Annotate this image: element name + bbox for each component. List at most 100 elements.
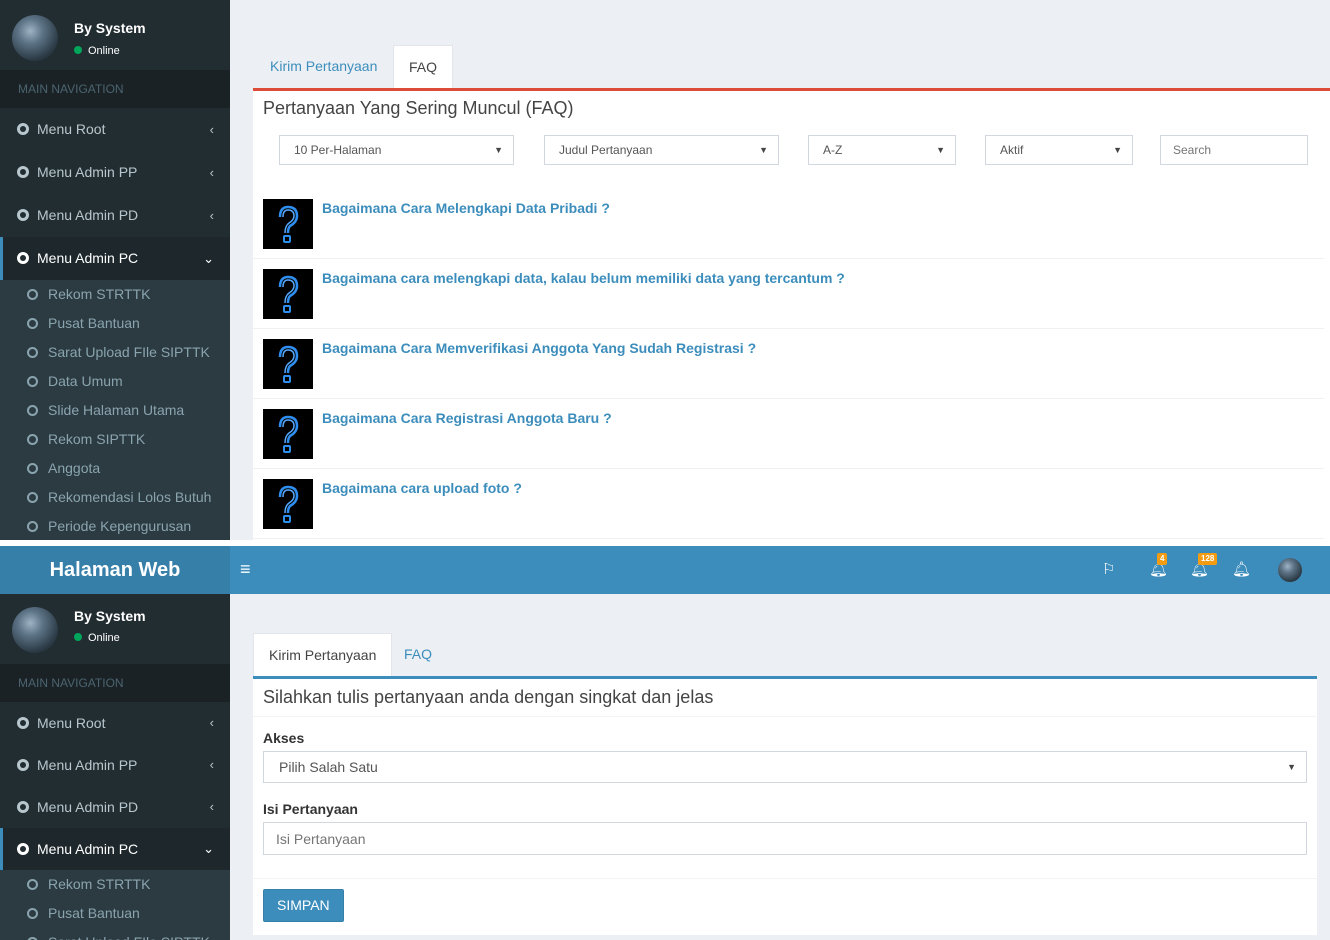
- submenu-item[interactable]: Anggota: [0, 454, 230, 483]
- sidebar: By System Online MAIN NAVIGATION Menu Ro…: [0, 594, 230, 940]
- circle-icon: [27, 289, 38, 300]
- submenu-item[interactable]: Rekom STRTTK: [0, 870, 230, 899]
- user-status-text: Online: [88, 632, 120, 644]
- user-avatar: [12, 15, 58, 61]
- sidebar-item-menu-admin-pd[interactable]: Menu Admin PD ‹: [0, 786, 230, 828]
- user-panel: By System Online: [0, 0, 230, 70]
- user-status: Online: [74, 45, 120, 57]
- chevron-left-icon: ‹: [209, 122, 214, 137]
- dashboard-icon: [17, 843, 29, 855]
- per-page-select[interactable]: 10 Per-Halaman ▼: [279, 135, 514, 165]
- submenu-item[interactable]: Rekom SIPTTK: [0, 425, 230, 454]
- sidebar-item-label: Menu Admin PP: [37, 757, 138, 773]
- sidebar-item-menu-root[interactable]: Menu Root ‹: [0, 702, 230, 744]
- question-link[interactable]: Bagaimana cara upload foto ?: [322, 480, 522, 496]
- faq-title: Pertanyaan Yang Sering Muncul (FAQ): [263, 98, 574, 118]
- kirim-pertanyaan-screen: Halaman Web ≡ ⚐ 🔔︎ 4 🔔︎ 128 🔔︎ By System O…: [0, 546, 1330, 940]
- submenu: Rekom STRTTK Pusat Bantuan Sarat Upload …: [0, 280, 230, 540]
- submenu-label: Periode Kepengurusan: [48, 518, 192, 534]
- form-box: Silahkan tulis pertanyaan anda dengan si…: [253, 676, 1317, 935]
- sort-field-select[interactable]: Judul Pertanyaan ▼: [544, 135, 779, 165]
- akses-select[interactable]: Pilih Salah Satu ▼: [263, 751, 1307, 783]
- sidebar-item-menu-admin-pp[interactable]: Menu Admin PP ‹: [0, 744, 230, 786]
- akses-value: Pilih Salah Satu: [279, 759, 378, 775]
- sidebar-item-label: Menu Admin PP: [37, 164, 138, 180]
- navbar-avatar[interactable]: [1278, 558, 1302, 582]
- user-status: Online: [74, 632, 120, 644]
- submenu: Rekom STRTTK Pusat Bantuan Sarat Upload …: [0, 870, 230, 940]
- tab-kirim-pertanyaan[interactable]: Kirim Pertanyaan: [255, 45, 392, 88]
- flag-icon[interactable]: ⚐: [1102, 560, 1115, 578]
- circle-icon: [27, 463, 38, 474]
- chevron-down-icon: ⌄: [203, 251, 214, 266]
- app-logo[interactable]: Halaman Web: [0, 546, 230, 594]
- tab-bar: Kirim Pertanyaan FAQ: [253, 45, 1330, 88]
- submenu-item[interactable]: Periode Kepengurusan: [0, 512, 230, 540]
- submenu-item[interactable]: Slide Halaman Utama: [0, 396, 230, 425]
- submenu-label: Sarat Upload FIle SIPTTK: [48, 934, 210, 940]
- status-select[interactable]: Aktif ▼: [985, 135, 1133, 165]
- search-input[interactable]: [1160, 135, 1308, 165]
- faq-list-item: Bagaimana cara melengkapi data, kalau be…: [253, 259, 1324, 329]
- dashboard-icon: [17, 252, 29, 264]
- submenu-item[interactable]: Rekomendasi Lolos Butuh: [0, 483, 230, 512]
- tab-faq[interactable]: FAQ: [389, 633, 447, 676]
- sidebar-item-menu-admin-pp[interactable]: Menu Admin PP ‹: [0, 151, 230, 194]
- dashboard-icon: [17, 759, 29, 771]
- form-title: Silahkan tulis pertanyaan anda dengan si…: [253, 679, 1317, 717]
- sidebar-item-label: Menu Admin PD: [37, 207, 139, 223]
- isi-pertanyaan-input[interactable]: [263, 822, 1307, 855]
- circle-icon: [27, 376, 38, 387]
- dashboard-icon: [17, 209, 29, 221]
- user-name: By System: [74, 20, 146, 36]
- question-mark-icon: [263, 409, 313, 459]
- bell-icon[interactable]: 🔔︎: [1232, 560, 1251, 578]
- question-mark-icon: [263, 479, 313, 529]
- simpan-button[interactable]: SIMPAN: [263, 889, 344, 922]
- submenu-item[interactable]: Pusat Bantuan: [0, 309, 230, 338]
- submenu-label: Pusat Bantuan: [48, 315, 140, 331]
- question-link[interactable]: Bagaimana Cara Memverifikasi Anggota Yan…: [322, 340, 756, 356]
- sidebar-item-label: Menu Admin PC: [37, 841, 139, 857]
- faq-list-item: Bagaimana Cara Melengkapi Data Pribadi ?: [253, 189, 1324, 259]
- question-link[interactable]: Bagaimana cara melengkapi data, kalau be…: [322, 270, 845, 286]
- sidebar: By System Online MAIN NAVIGATION Menu Ro…: [0, 0, 230, 540]
- submenu-item[interactable]: Sarat Upload FIle SIPTTK: [0, 338, 230, 367]
- caret-down-icon: ▼: [494, 145, 503, 155]
- submenu-item[interactable]: Pusat Bantuan: [0, 899, 230, 928]
- submenu-label: Slide Halaman Utama: [48, 402, 185, 418]
- bell-icon[interactable]: 🔔︎ 4: [1149, 553, 1168, 578]
- sidebar-item-menu-admin-pc[interactable]: Menu Admin PC ⌄: [0, 828, 230, 870]
- submenu-item[interactable]: Sarat Upload FIle SIPTTK: [0, 928, 230, 940]
- sidebar-item-menu-root[interactable]: Menu Root ‹: [0, 108, 230, 151]
- navbar-icons: ⚐ 🔔︎ 4 🔔︎ 128 🔔︎: [1102, 546, 1302, 594]
- question-link[interactable]: Bagaimana Cara Melengkapi Data Pribadi ?: [322, 200, 610, 216]
- order-select[interactable]: A-Z ▼: [808, 135, 956, 165]
- tab-bar: Kirim Pertanyaan FAQ: [253, 633, 1317, 676]
- user-name: By System: [74, 608, 146, 624]
- sidebar-item-menu-admin-pc[interactable]: Menu Admin PC ⌄: [0, 237, 230, 280]
- tab-kirim-pertanyaan[interactable]: Kirim Pertanyaan: [253, 633, 393, 676]
- chevron-down-icon: ⌄: [203, 841, 214, 856]
- online-dot-icon: [74, 46, 82, 54]
- sidebar-item-menu-admin-pd[interactable]: Menu Admin PD ‹: [0, 194, 230, 237]
- isi-pertanyaan-label: Isi Pertanyaan: [263, 801, 358, 817]
- caret-down-icon: ▼: [936, 145, 945, 155]
- menu-toggle-icon[interactable]: ≡: [240, 559, 251, 580]
- user-status-text: Online: [88, 45, 120, 57]
- tab-faq[interactable]: FAQ: [393, 45, 454, 88]
- bell-icon[interactable]: 🔔︎ 128: [1190, 553, 1218, 578]
- dashboard-icon: [17, 123, 29, 135]
- submenu-label: Pusat Bantuan: [48, 905, 140, 921]
- question-link[interactable]: Bagaimana Cara Registrasi Anggota Baru ?: [322, 410, 612, 426]
- submenu-label: Rekomendasi Lolos Butuh: [48, 489, 212, 505]
- faq-list-item: Bagaimana cara upload foto ?: [253, 469, 1324, 539]
- chevron-left-icon: ‹: [209, 208, 214, 223]
- submenu-label: Rekom STRTTK: [48, 286, 151, 302]
- user-panel: By System Online: [0, 594, 230, 664]
- circle-icon: [27, 521, 38, 532]
- submenu-item[interactable]: Data Umum: [0, 367, 230, 396]
- submenu-label: Data Umum: [48, 373, 123, 389]
- submenu-item[interactable]: Rekom STRTTK: [0, 280, 230, 309]
- submenu-label: Rekom SIPTTK: [48, 431, 146, 447]
